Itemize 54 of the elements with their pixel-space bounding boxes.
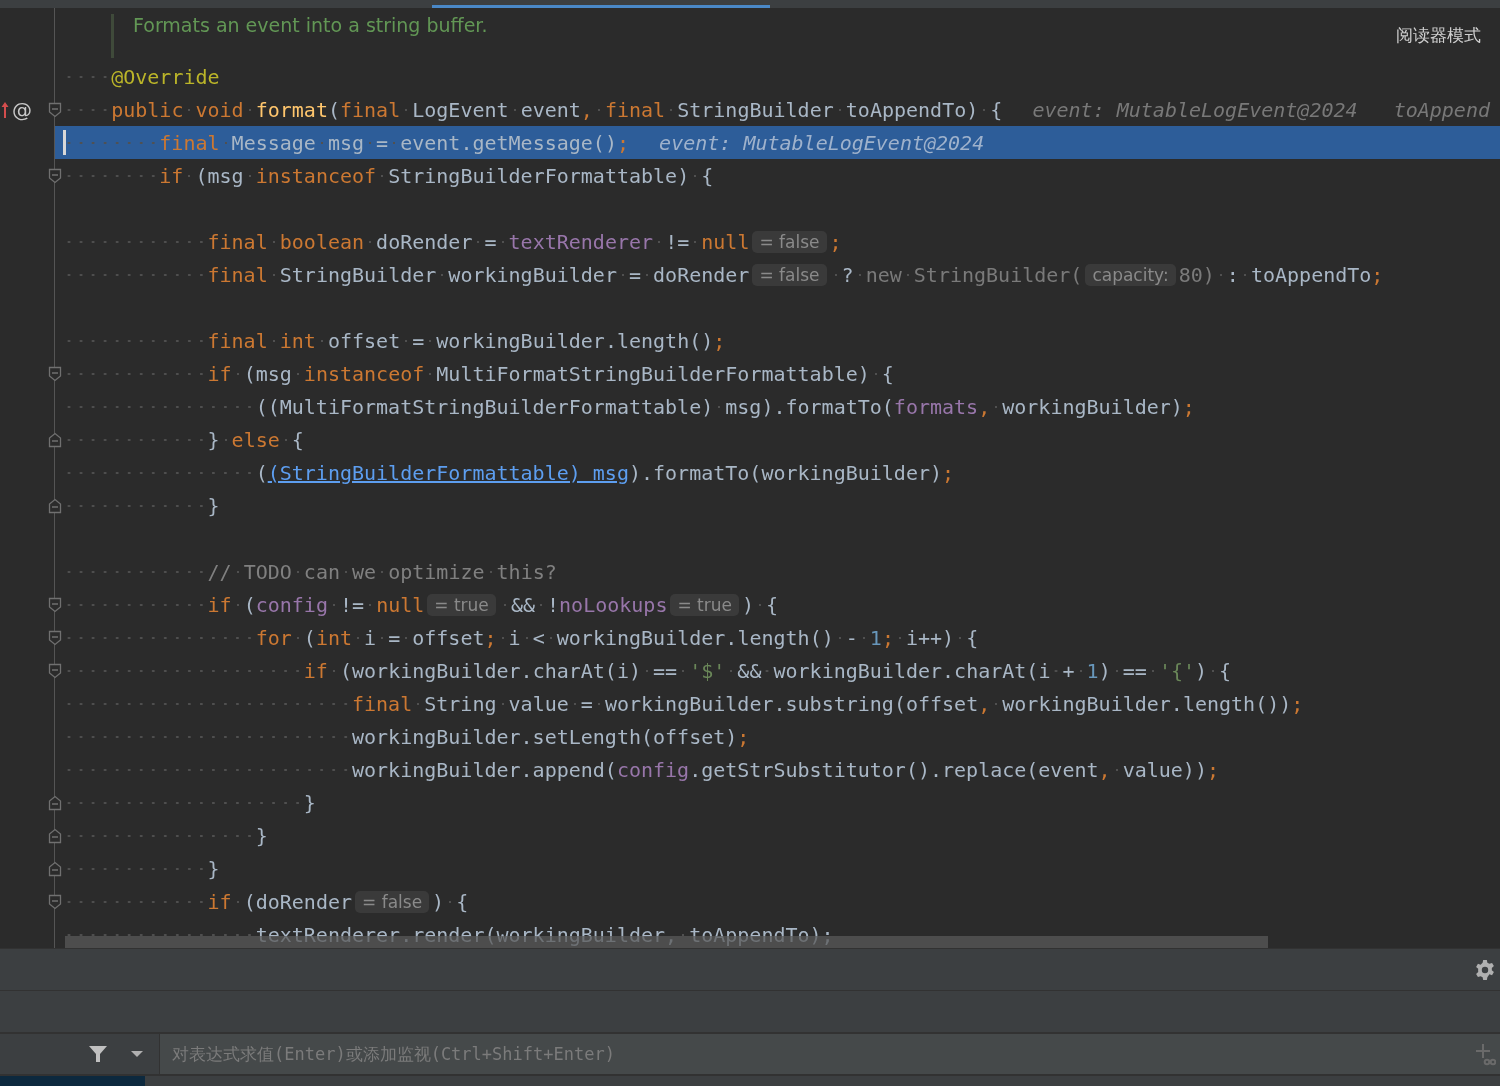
- code-text: ) {: [742, 592, 779, 617]
- override-arrow-icon[interactable]: [1, 100, 9, 119]
- code-text: for (int i = offset; i < workingBuilder.length() - 1; i++) {: [63, 625, 979, 650]
- code-text: // TODO can we optimize this?: [63, 559, 557, 584]
- fold-icon[interactable]: [48, 101, 62, 118]
- inlay-hint: = false: [752, 263, 827, 286]
- debug-value: event: MutableLogEvent@2024: [1032, 97, 1358, 122]
- inlay-hint: = true: [670, 593, 739, 616]
- fold-icon[interactable]: [48, 893, 62, 910]
- debug-value: toAppend: [1393, 97, 1490, 122]
- text-cursor: [63, 130, 66, 155]
- inlay-hint: capacity:: [1085, 263, 1176, 286]
- code-text: ) {: [432, 889, 469, 914]
- code-text: if (msg instanceof MultiFormatStringBuilderFormattable) {: [63, 361, 894, 386]
- fold-icon[interactable]: [48, 365, 62, 382]
- fold-icon[interactable]: [48, 860, 62, 877]
- code-text: final String value = workingBuilder.substring(offset, workingBuilder.length());: [63, 691, 1304, 716]
- code-text: @Override: [63, 64, 220, 89]
- code-text: if (workingBuilder.charAt(i) == '$' && workingBuilder.charAt(i + 1) == '{') {: [63, 658, 1232, 683]
- inlay-hint: = false: [752, 230, 827, 253]
- fold-icon[interactable]: [48, 629, 62, 646]
- reader-mode-button[interactable]: 阅读器模式: [1396, 20, 1481, 51]
- code-text: ? new StringBuilder(: [829, 262, 1083, 287]
- fold-icon[interactable]: [48, 662, 62, 679]
- code-text: if (msg instanceof StringBuilderFormattable) {: [63, 163, 714, 188]
- code-text: public void format(final LogEvent event, final StringBuilder toAppendTo) {: [63, 97, 1003, 122]
- annotation-marker[interactable]: @: [12, 97, 32, 122]
- code-text: 80) : toAppendTo;: [1178, 262, 1384, 287]
- fold-icon[interactable]: [48, 596, 62, 613]
- code-text: final Message msg = event.getMessage();: [63, 130, 629, 155]
- fold-icon[interactable]: [48, 167, 62, 184]
- dropdown-caret-icon[interactable]: [130, 1049, 144, 1059]
- inlay-hint: = false: [355, 890, 430, 913]
- settings-icon[interactable]: [1474, 958, 1496, 981]
- code-text: if (config != null: [63, 592, 425, 617]
- code-text: workingBuilder.setLength(offset);: [63, 724, 750, 749]
- fold-icon[interactable]: [48, 794, 62, 811]
- code-text: ((StringBuilderFormattable) msg).formatTo(workingBuilder);: [63, 460, 955, 485]
- code-text: && !noLookups: [498, 592, 668, 617]
- debug-value: event: MutableLogEvent@2024: [659, 130, 985, 155]
- doc-comment: Formats an event into a string buffer.: [111, 14, 488, 58]
- code-text: ((MultiFormatStringBuilderFormattable) msg).formatTo(formats, workingBuilder);: [63, 394, 1195, 419]
- code-text: final boolean doRender = textRenderer != null: [63, 229, 750, 254]
- code-text: workingBuilder.append(config.getStrSubstitutor().replace(event, value));: [63, 757, 1219, 782]
- code-link[interactable]: (StringBuilderFormattable) msg: [267, 460, 629, 485]
- code-text: ;: [829, 229, 842, 254]
- add-watch-icon[interactable]: [1474, 1042, 1496, 1066]
- code-text: final StringBuilder workingBuilder = doRender: [63, 262, 750, 287]
- inlay-hint: = true: [427, 593, 496, 616]
- code-text: final int offset = workingBuilder.length();: [63, 328, 726, 353]
- fold-icon[interactable]: [48, 497, 62, 514]
- fold-icon[interactable]: [48, 431, 62, 448]
- fold-icon[interactable]: [48, 827, 62, 844]
- filter-icon[interactable]: [88, 1044, 108, 1064]
